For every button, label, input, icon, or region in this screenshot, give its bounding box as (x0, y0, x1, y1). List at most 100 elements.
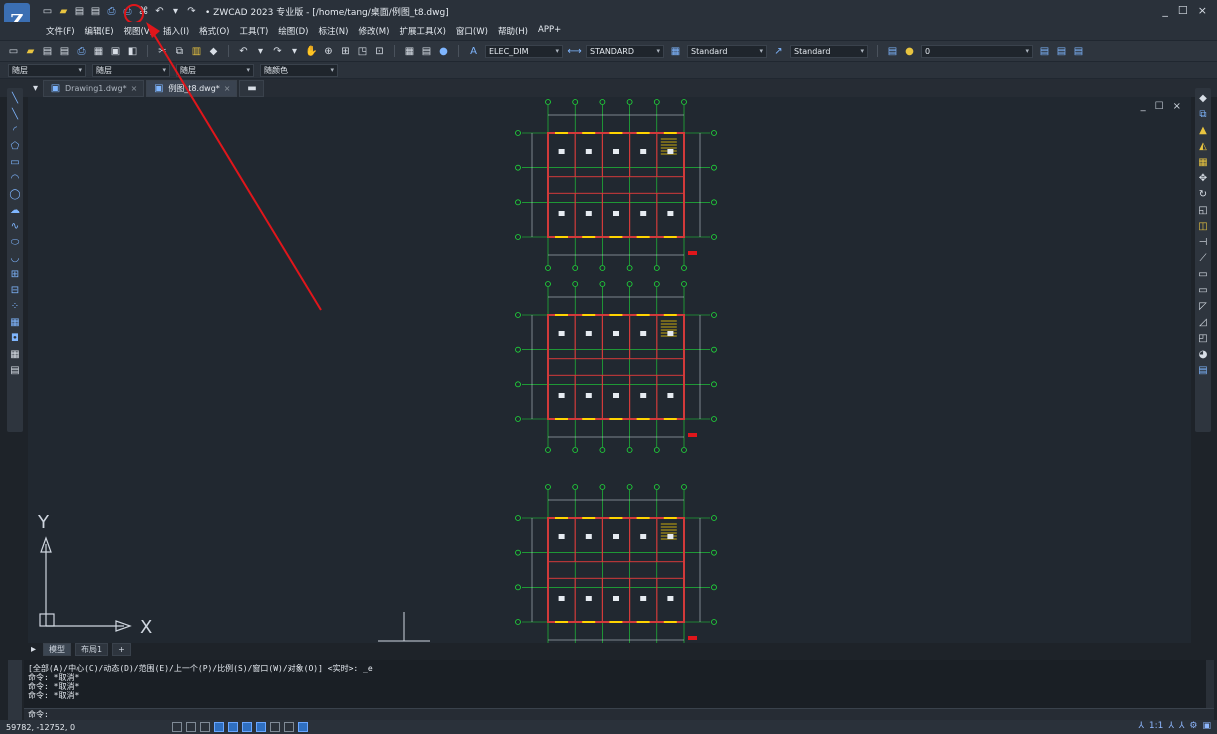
rotate-icon[interactable]: ↻ (1197, 188, 1209, 200)
layer-make-current-icon[interactable]: ▤ (1056, 46, 1067, 57)
point-icon[interactable]: ⁘ (9, 300, 21, 312)
menu-window[interactable]: 窗口(W) (456, 25, 488, 37)
plot-icon[interactable]: ⎙ (106, 6, 117, 17)
save-icon[interactable]: ▤ (74, 6, 85, 17)
undo-icon[interactable]: ↶ (238, 46, 249, 57)
open-icon[interactable]: ▰ (25, 46, 36, 57)
transparency-toggle-icon[interactable] (284, 722, 294, 732)
hatch-icon[interactable]: ▦ (9, 316, 21, 328)
layer-properties-icon[interactable]: ▤ (887, 46, 898, 57)
fillet-icon[interactable]: ◿ (1197, 316, 1209, 328)
tab-model[interactable]: 模型 (43, 643, 71, 656)
publish-icon[interactable]: ▣ (110, 46, 121, 57)
snap-toggle-icon[interactable] (172, 722, 182, 732)
undo-dropdown-icon[interactable]: ▾ (170, 6, 181, 17)
new-tab-button[interactable]: ▬ (239, 79, 265, 97)
menu-tools[interactable]: 工具(T) (239, 25, 268, 37)
command-window-grip[interactable] (8, 660, 22, 720)
explode-icon[interactable]: ◰ (1197, 332, 1209, 344)
dyn-toggle-icon[interactable] (256, 722, 266, 732)
undo-dropdown-icon[interactable]: ▾ (255, 46, 266, 57)
properties-icon[interactable]: ▦ (404, 46, 415, 57)
save-as-icon[interactable]: ▤ (90, 6, 101, 17)
copy-icon[interactable]: ⧉ (174, 46, 185, 57)
break-icon[interactable]: ▭ (1197, 268, 1209, 280)
otrack-toggle-icon[interactable] (242, 722, 252, 732)
offset-icon[interactable]: ◭ (1197, 140, 1209, 152)
trim-icon[interactable]: ⊣ (1197, 236, 1209, 248)
design-center-icon[interactable]: ◧ (127, 46, 138, 57)
redo-icon[interactable]: ↷ (186, 6, 197, 17)
tab-drawing1[interactable]: ▣ Drawing1.dwg* × (43, 79, 145, 97)
table-style-combo[interactable]: Standard ▾ (687, 44, 767, 58)
layout-menu-icon[interactable]: ▸ (28, 644, 39, 655)
dim-style-combo[interactable]: STANDARD ▾ (586, 44, 664, 58)
annotation-visibility-icon[interactable]: ⅄ (1168, 721, 1174, 731)
maximize-icon[interactable]: ☐ (1178, 4, 1188, 17)
table-icon[interactable]: ▦ (9, 348, 21, 360)
selection-cycling-icon[interactable] (298, 722, 308, 732)
osnap-toggle-icon[interactable] (228, 722, 238, 732)
ray-icon[interactable]: ╲ (9, 108, 21, 120)
print-preview-icon[interactable]: ▦ (93, 46, 104, 57)
array-icon[interactable]: ▦ (1197, 156, 1209, 168)
properties-panel-icon[interactable]: ▤ (1197, 364, 1209, 376)
ellipse-arc-icon[interactable]: ◡ (9, 252, 21, 264)
erase-icon[interactable]: ◆ (1197, 92, 1209, 104)
insert-block-icon[interactable]: ⊞ (9, 268, 21, 280)
menu-app-plus[interactable]: APP+ (538, 25, 561, 37)
layer-isolate-icon[interactable]: ▤ (1073, 46, 1084, 57)
redo-icon[interactable]: ↷ (272, 46, 283, 57)
grid-toggle-icon[interactable] (186, 722, 196, 732)
polygon-icon[interactable]: ⬠ (9, 140, 21, 152)
menu-help[interactable]: 帮助(H) (498, 25, 528, 37)
help-icon[interactable]: ● (438, 46, 449, 57)
menu-format[interactable]: 格式(O) (199, 25, 229, 37)
undo-icon[interactable]: ↶ (154, 6, 165, 17)
cut-icon[interactable]: ✂ (157, 46, 168, 57)
line-icon[interactable]: ╲ (9, 92, 21, 104)
redo-dropdown-icon[interactable]: ▾ (289, 46, 300, 57)
menu-dimension[interactable]: 标注(N) (318, 25, 348, 37)
chamfer-icon[interactable]: ◸ (1197, 300, 1209, 312)
menu-draw[interactable]: 绘图(D) (278, 25, 308, 37)
pedit-icon[interactable]: ◕ (1197, 348, 1209, 360)
new-file-icon[interactable]: ▭ (42, 6, 53, 17)
zoom-extents-icon[interactable]: ⊡ (374, 46, 385, 57)
close-icon[interactable]: × (1198, 4, 1207, 17)
join-icon[interactable]: ▭ (1197, 284, 1209, 296)
close-tab-icon[interactable]: × (224, 84, 231, 93)
plot-icon[interactable]: ⎙ (76, 46, 87, 57)
arc-icon[interactable]: ◜ (9, 124, 21, 136)
layer-combo[interactable]: 0 ▾ (921, 44, 1033, 58)
command-input[interactable]: 命令: (24, 708, 1214, 720)
pan-icon[interactable]: ✋ (305, 46, 317, 57)
text-style-combo[interactable]: ELEC_DIM ▾ (485, 44, 563, 58)
tab-example[interactable]: ▣ 例图_t8.dwg* × (146, 79, 238, 97)
lineweight-combo[interactable]: 随层 ▾ (176, 63, 254, 77)
revision-cloud-icon[interactable]: ☁ (9, 204, 21, 216)
plotstyle-combo[interactable]: 随颜色 ▾ (260, 63, 338, 77)
menu-file[interactable]: 文件(F) (46, 25, 75, 37)
auto-scale-icon[interactable]: ⅄ (1179, 721, 1185, 731)
close-tab-icon[interactable]: × (131, 84, 138, 93)
new-icon[interactable]: ▭ (8, 46, 19, 57)
save-icon[interactable]: ▤ (42, 46, 53, 57)
mtext-icon[interactable]: ▤ (9, 364, 21, 376)
ellipse-icon[interactable]: ⬭ (9, 236, 21, 248)
menu-extend-tools[interactable]: 扩展工具(X) (399, 25, 445, 37)
annotation-scale-icon[interactable]: ⅄ (1138, 721, 1144, 731)
minimize-icon[interactable]: _ (1162, 4, 1168, 17)
add-layout-button[interactable]: + (112, 643, 131, 656)
annotation-scale[interactable]: 1:1 (1149, 721, 1163, 731)
zoom-window-icon[interactable]: ⊞ (340, 46, 351, 57)
tab-menu-icon[interactable]: ▾ (30, 83, 41, 94)
drawing-canvas[interactable]: _ ☐ × (28, 97, 1191, 643)
menu-modify[interactable]: 修改(M) (358, 25, 389, 37)
make-block-icon[interactable]: ⊟ (9, 284, 21, 296)
command-scrollbar[interactable] (1206, 660, 1214, 708)
lineweight-toggle-icon[interactable] (270, 722, 280, 732)
paste-icon[interactable]: ▥ (191, 46, 202, 57)
menu-view[interactable]: 视图(V) (124, 25, 153, 37)
copy-object-icon[interactable]: ⧉ (1197, 108, 1209, 120)
